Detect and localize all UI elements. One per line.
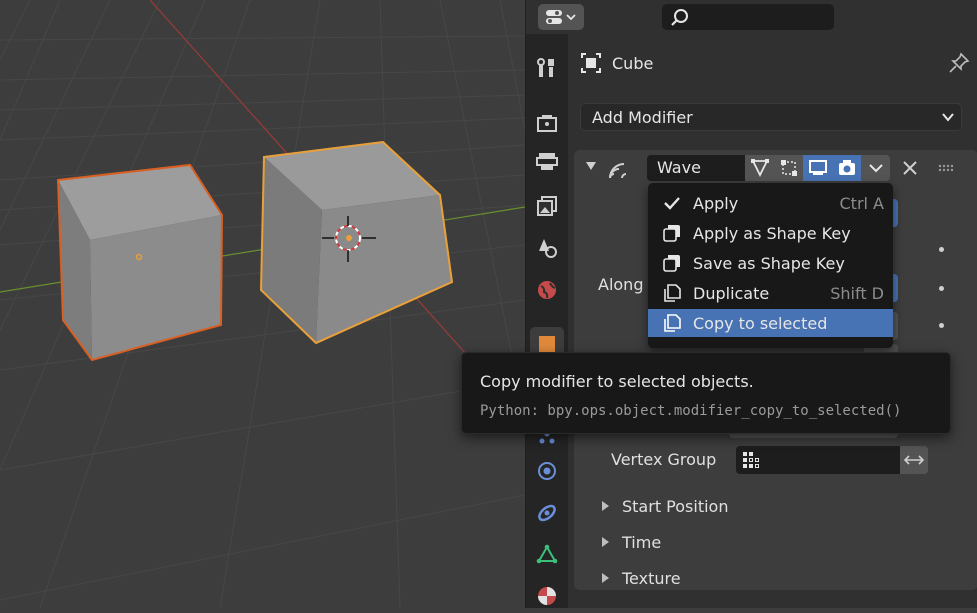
shape-key-icon <box>663 225 680 242</box>
drag-grip-icon[interactable] <box>938 164 956 172</box>
start-position-subpanel[interactable]: Start Position <box>602 494 728 518</box>
cube-left[interactable] <box>56 163 224 362</box>
collapsed-triangle-icon <box>602 537 609 547</box>
menu-item-duplicate[interactable]: Duplicate Shift D <box>648 279 893 307</box>
tooltip-python: Python: bpy.ops.object.modifier_copy_to_… <box>480 403 902 419</box>
object-name: Cube <box>612 53 654 73</box>
cube-right[interactable] <box>259 140 454 345</box>
render-camera-icon <box>537 115 557 132</box>
constraint-icon <box>538 504 556 522</box>
collapsed-triangle-icon <box>602 573 609 583</box>
vertex-group-label: Vertex Group <box>611 450 717 469</box>
render-toggle[interactable] <box>832 155 861 181</box>
chevron-down-icon <box>868 164 883 173</box>
printer-icon <box>536 153 558 170</box>
properties-header <box>526 0 977 34</box>
on-cage-toggle[interactable] <box>774 155 803 181</box>
modifier-extras-dropdown[interactable] <box>861 155 890 181</box>
object-name-row: Cube <box>580 50 970 76</box>
edit-mode-toggle[interactable] <box>745 155 774 181</box>
duplicate-icon <box>664 284 681 302</box>
cage-icon <box>780 160 797 176</box>
modifier-header: Wave <box>574 150 977 186</box>
chevron-down-icon <box>942 113 954 122</box>
keyframe-dot[interactable] <box>939 323 944 328</box>
tooltip: Copy modifier to selected objects. Pytho… <box>461 352 951 434</box>
invert-vertex-group-button[interactable] <box>900 446 928 474</box>
menu-item-copy-to-selected[interactable]: Copy to selected <box>648 309 893 337</box>
data-tab[interactable] <box>530 537 564 571</box>
keyframe-dot[interactable] <box>939 247 944 252</box>
texture-subpanel[interactable]: Texture <box>602 566 681 590</box>
properties-tabs <box>526 34 568 608</box>
pin-icon[interactable] <box>948 52 970 74</box>
checkmark-icon <box>664 197 680 210</box>
output-tab[interactable] <box>530 144 564 178</box>
mesh-triangle-icon <box>536 544 558 564</box>
collapsed-triangle-icon <box>602 501 609 511</box>
vertex-group-icon <box>743 452 759 468</box>
add-modifier-dropdown[interactable]: Add Modifier <box>580 103 962 131</box>
time-label: Time <box>622 532 662 552</box>
modifier-name-field[interactable]: Wave <box>647 155 745 181</box>
editor-type-icon <box>546 10 576 24</box>
image-stack-icon <box>537 196 557 216</box>
editor-type-button[interactable] <box>538 4 584 30</box>
viewport-display-toggle[interactable] <box>803 155 832 181</box>
shape-key-icon <box>663 255 680 272</box>
search-icon <box>671 9 688 26</box>
vertex-group-field[interactable] <box>736 446 900 474</box>
edit-mode-triangle-icon <box>750 159 769 178</box>
menu-item-save-shape-key[interactable]: Save as Shape Key <box>648 249 893 277</box>
constraints-tab[interactable] <box>530 496 564 530</box>
monitor-icon <box>808 160 827 175</box>
scene-icon <box>539 239 557 258</box>
modifier-extras-menu: Apply Ctrl A Apply as Shape Key Save as … <box>648 183 893 348</box>
keyframe-dot[interactable] <box>939 286 944 291</box>
object-icon <box>581 53 601 73</box>
menu-item-apply[interactable]: Apply Ctrl A <box>648 189 893 217</box>
viewport-scene <box>0 0 525 608</box>
3d-viewport[interactable] <box>0 0 525 608</box>
tooltip-title: Copy modifier to selected objects. <box>480 372 754 391</box>
double-arrow-icon <box>903 455 925 465</box>
texture-label: Texture <box>622 568 681 588</box>
close-icon[interactable] <box>900 158 920 178</box>
tool-tab[interactable] <box>530 51 564 85</box>
view-layer-tab[interactable] <box>530 189 564 223</box>
scene-tab[interactable] <box>530 231 564 265</box>
material-sphere-icon <box>538 587 556 605</box>
duplicate-icon <box>664 314 681 332</box>
add-modifier-label: Add Modifier <box>592 107 693 127</box>
world-tab[interactable] <box>530 273 564 307</box>
wave-modifier-icon <box>609 163 627 179</box>
time-subpanel[interactable]: Time <box>602 530 661 554</box>
expand-triangle-icon[interactable] <box>586 162 596 170</box>
camera-icon <box>838 160 855 175</box>
physics-tab[interactable] <box>530 454 564 488</box>
menu-item-apply-shape-key[interactable]: Apply as Shape Key <box>648 219 893 247</box>
world-icon <box>538 281 556 299</box>
physics-icon <box>538 462 556 480</box>
start-position-label: Start Position <box>622 496 729 516</box>
render-tab[interactable] <box>530 106 564 140</box>
along-label: Along <box>598 275 644 294</box>
wrench-screwdriver-icon <box>537 58 554 77</box>
properties-search-input[interactable] <box>662 4 834 30</box>
